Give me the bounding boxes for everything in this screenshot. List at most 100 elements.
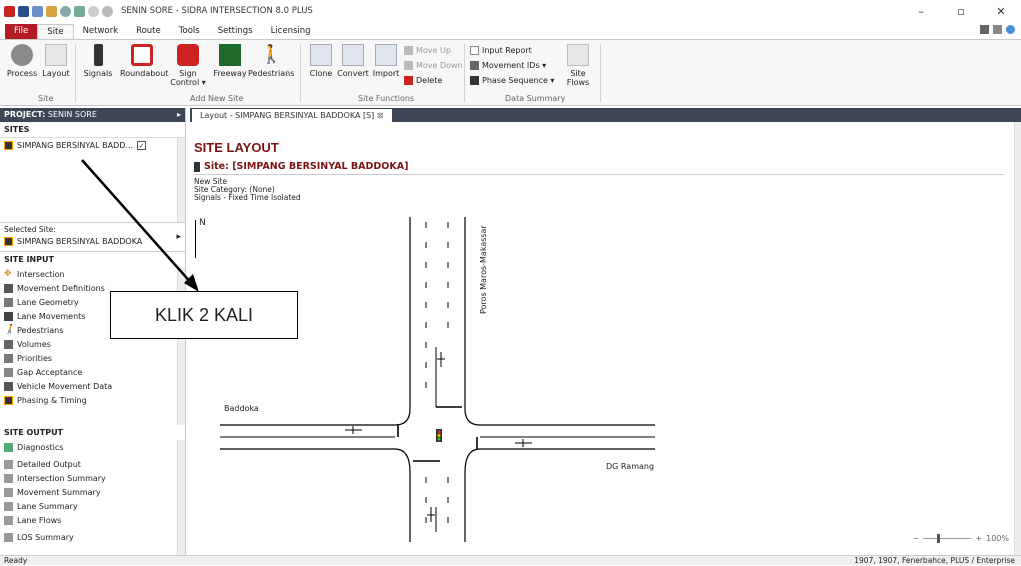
status-bar: Ready 1907, 1907, Fenerbahce, PLUS / Ent…: [0, 555, 1021, 565]
app-icon: [4, 5, 15, 17]
tab-tools[interactable]: Tools: [170, 24, 209, 39]
site-output-header: SITE OUTPUT: [4, 428, 64, 437]
freeway-button[interactable]: Freeway: [212, 44, 248, 78]
traffic-light-icon: [4, 236, 13, 246]
content-scrollbar[interactable]: [1014, 122, 1021, 555]
movement-icon: [4, 283, 13, 293]
layout-document-tab[interactable]: Layout - SIMPANG BERSINYAL BADDOKA [S] ⊠: [192, 109, 392, 122]
sign-control-button[interactable]: Sign Control ▾: [170, 44, 206, 87]
nav-diagnostics[interactable]: Diagnostics: [0, 440, 185, 454]
tab-site[interactable]: Site: [37, 24, 74, 39]
group-add-new-site-label: Add New Site: [190, 94, 244, 103]
zoom-control[interactable]: − + 100%: [913, 534, 1009, 543]
pedestrian-icon: 🚶: [4, 324, 16, 335]
nav-phasing-timing[interactable]: Phasing & Timing: [0, 393, 185, 407]
clone-icon: [310, 44, 332, 66]
stop-sign-icon: [177, 44, 199, 66]
los-icon: [4, 532, 13, 542]
save-icon[interactable]: [18, 5, 29, 17]
close-tab-icon[interactable]: ⊠: [377, 111, 384, 120]
settings-icon[interactable]: [60, 5, 71, 17]
tab-network[interactable]: Network: [74, 24, 128, 39]
nav-lane-summary[interactable]: Lane Summary: [0, 499, 185, 513]
zoom-in-icon[interactable]: +: [975, 534, 982, 543]
gear-icon: [11, 44, 33, 66]
site-heading: Site: [SIMPANG BERSINYAL BADDOKA]: [194, 161, 408, 172]
site-flows-button[interactable]: Site Flows: [560, 44, 596, 87]
group-site-functions-label: Site Functions: [358, 94, 415, 103]
tab-file[interactable]: File: [5, 24, 38, 39]
nav-movement-summary[interactable]: Movement Summary: [0, 485, 185, 499]
nav-los-summary[interactable]: LOS Summary: [0, 530, 185, 544]
road-label-north: Poros Maros-Makassar: [479, 225, 488, 314]
page-title: SITE LAYOUT: [194, 140, 279, 155]
layout-view: SITE LAYOUT Site: [SIMPANG BERSINYAL BAD…: [190, 122, 1021, 555]
diagnostics-icon: [4, 442, 13, 452]
lane-geometry-icon: [4, 297, 13, 307]
nav-priorities[interactable]: Priorities: [0, 351, 185, 365]
site-checkbox[interactable]: ✓: [137, 140, 147, 150]
sites-scrollbar[interactable]: [177, 138, 185, 222]
nav-gap-acceptance[interactable]: Gap Acceptance: [0, 365, 185, 379]
help-icon[interactable]: [1006, 25, 1015, 34]
pedestrian-icon: 🚶: [260, 44, 283, 65]
document-tab-bar: Layout - SIMPANG BERSINYAL BADDOKA [S] ⊠: [190, 108, 1021, 122]
vehicle-icon: [4, 381, 13, 391]
nav-volumes[interactable]: Volumes: [0, 337, 185, 351]
ribbon: Process Layout Site Signals Roundabout S…: [0, 39, 1021, 106]
open-icon[interactable]: [46, 5, 57, 17]
convert-button[interactable]: Convert: [333, 44, 373, 78]
gap-acceptance-icon: [4, 367, 13, 377]
nav-vehicle-movement-data[interactable]: Vehicle Movement Data: [0, 379, 185, 393]
traffic-light-icon: [194, 161, 200, 172]
annotation-callout: KLIK 2 KALI: [110, 291, 298, 339]
selected-site-box[interactable]: Selected Site: SIMPANG BERSINYAL BADDOKA…: [0, 222, 185, 252]
process-button[interactable]: Process: [4, 44, 40, 78]
move-up-button[interactable]: Move Up: [404, 46, 451, 55]
nav-detailed-output[interactable]: Detailed Output: [0, 457, 185, 471]
layout-button[interactable]: Layout: [38, 44, 74, 78]
nav-lane-flows[interactable]: Lane Flows: [0, 513, 185, 527]
undo-icon[interactable]: [74, 5, 85, 17]
movement-ids-button[interactable]: Movement IDs ▾: [470, 61, 546, 70]
layout-view-icon[interactable]: [980, 25, 989, 34]
nav-intersection[interactable]: ✥ Intersection: [0, 267, 185, 281]
document-icon: [4, 515, 13, 525]
nav-intersection-summary[interactable]: Intersection Summary: [0, 471, 185, 485]
delete-button[interactable]: Delete: [404, 76, 442, 85]
sites-header: SITES: [0, 122, 185, 138]
zoom-out-icon[interactable]: −: [913, 534, 920, 543]
new-icon[interactable]: [32, 5, 43, 17]
intersection-icon: ✥: [4, 268, 12, 279]
selected-site-label: Selected Site:: [4, 225, 56, 234]
traffic-light-icon: [4, 140, 13, 150]
import-button[interactable]: Import: [368, 44, 404, 78]
movement-ids-icon: [470, 61, 479, 70]
tab-route[interactable]: Route: [127, 24, 170, 39]
maximize-button[interactable]: ▫: [941, 0, 981, 22]
intersection-diagram: [220, 217, 655, 542]
close-button[interactable]: ✕: [981, 0, 1021, 22]
site-list-item[interactable]: SIMPANG BERSINYAL BADD... ✓: [0, 138, 185, 152]
yield-icon: [131, 44, 153, 66]
site-output-list: Diagnostics Detailed Output Intersection…: [0, 440, 185, 560]
move-down-button[interactable]: Move Down: [404, 61, 463, 70]
signals-button[interactable]: Signals: [80, 44, 116, 78]
minimize-button[interactable]: –: [901, 0, 941, 22]
input-report-button[interactable]: Input Report: [470, 46, 532, 55]
grid-view-icon[interactable]: [993, 25, 1002, 34]
roundabout-button[interactable]: Roundabout: [120, 44, 168, 78]
document-icon: [4, 459, 13, 469]
phase-sequence-button[interactable]: Phase Sequence ▾: [470, 76, 554, 85]
customize-icon[interactable]: [102, 5, 113, 17]
site-output-scrollbar[interactable]: [177, 440, 185, 560]
options-icon[interactable]: [88, 5, 99, 17]
chevron-right-icon[interactable]: ▸: [176, 232, 181, 242]
view-icons: [980, 25, 1015, 34]
tab-settings[interactable]: Settings: [209, 24, 262, 39]
tab-licensing[interactable]: Licensing: [262, 24, 320, 39]
group-data-summary-label: Data Summary: [505, 94, 566, 103]
collapse-arrow-icon[interactable]: ▸: [177, 108, 181, 122]
pedestrians-button[interactable]: 🚶 Pedestrians: [248, 44, 294, 78]
selected-site-name: SIMPANG BERSINYAL BADDOKA: [4, 234, 181, 248]
